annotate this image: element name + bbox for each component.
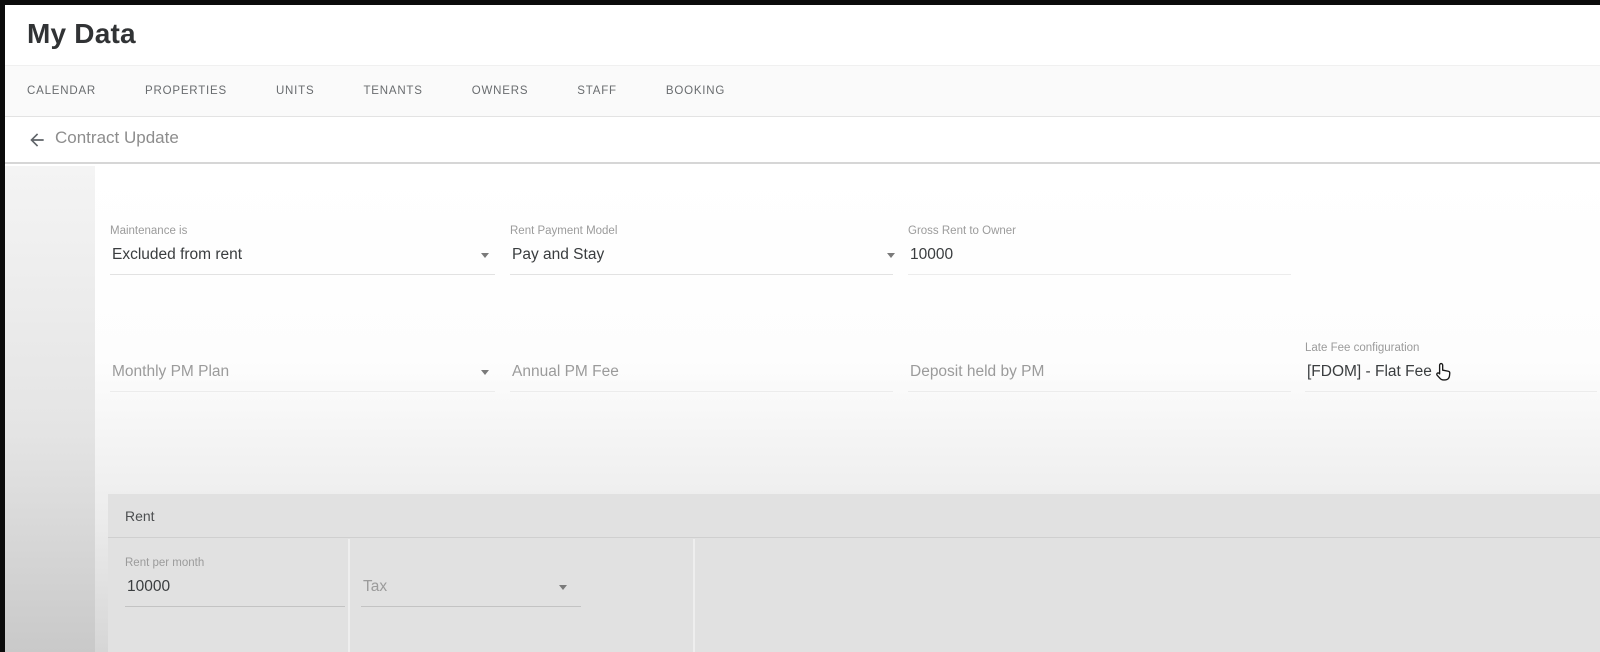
tab-staff[interactable]: STAFF <box>577 85 617 97</box>
chevron-down-icon <box>559 585 567 590</box>
annual-pm-fee-placeholder: Annual PM Fee <box>512 363 619 380</box>
maintenance-select[interactable]: Maintenance is Excluded from rent <box>110 224 495 275</box>
gross-rent-to-owner-label: Gross Rent to Owner <box>908 224 1291 239</box>
gross-rent-to-owner-value: 10000 <box>910 246 953 263</box>
tab-units[interactable]: UNITS <box>276 85 315 97</box>
tax-select[interactable]: Tax <box>361 571 581 607</box>
rent-per-month-input[interactable]: Rent per month 10000 <box>125 556 345 607</box>
contract-form: Maintenance is Excluded from rent Rent P… <box>5 166 1600 652</box>
deposit-held-by-pm-placeholder: Deposit held by PM <box>910 363 1044 380</box>
tab-properties[interactable]: PROPERTIES <box>145 85 227 97</box>
tab-booking[interactable]: BOOKING <box>666 85 725 97</box>
page-title: Contract Update <box>55 128 179 148</box>
late-fee-configuration-label: Late Fee configuration <box>1305 341 1597 356</box>
chevron-down-icon <box>481 370 489 375</box>
chevron-down-icon <box>481 253 489 258</box>
rent-payment-model-label: Rent Payment Model <box>510 224 893 239</box>
deposit-held-by-pm-input[interactable]: Deposit held by PM <box>908 341 1291 392</box>
late-fee-configuration-select[interactable]: Late Fee configuration [FDOM] - Flat Fee <box>1305 341 1597 392</box>
rent-per-month-label: Rent per month <box>125 556 345 571</box>
page-heading: My Data <box>27 18 136 50</box>
tab-calendar[interactable]: CALENDAR <box>27 85 96 97</box>
tax-placeholder: Tax <box>363 578 387 595</box>
rent-section: Rent Rent per month 10000 Tax <box>108 494 1600 652</box>
app-header: My Data <box>5 5 1600 65</box>
rent-payment-model-value: Pay and Stay <box>512 246 604 263</box>
app-window: My Data CALENDAR PROPERTIES UNITS TENANT… <box>0 0 1600 652</box>
main-nav: CALENDAR PROPERTIES UNITS TENANTS OWNERS… <box>5 65 1600 117</box>
maintenance-value: Excluded from rent <box>112 246 242 263</box>
gross-rent-to-owner-input[interactable]: Gross Rent to Owner 10000 <box>908 224 1291 275</box>
contract-update-bar: ← Contract Update <box>5 118 1600 164</box>
column-divider <box>693 539 695 652</box>
back-button[interactable]: ← <box>23 126 51 154</box>
tab-owners[interactable]: OWNERS <box>472 85 529 97</box>
late-fee-configuration-value: [FDOM] - Flat Fee <box>1307 363 1432 380</box>
monthly-pm-plan-select[interactable]: Monthly PM Plan <box>110 341 495 392</box>
chevron-down-icon <box>887 253 895 258</box>
maintenance-label: Maintenance is <box>110 224 495 239</box>
rent-payment-model-select[interactable]: Rent Payment Model Pay and Stay <box>510 224 893 275</box>
video-frame-edge <box>0 0 5 652</box>
annual-pm-fee-input[interactable]: Annual PM Fee <box>510 341 893 392</box>
video-frame-edge <box>0 0 1600 5</box>
column-divider <box>348 539 350 652</box>
arrow-left-icon <box>27 130 47 150</box>
rent-section-title: Rent <box>108 494 1600 538</box>
left-margin-strip <box>5 166 95 652</box>
rent-per-month-value: 10000 <box>127 578 170 595</box>
tab-tenants[interactable]: TENANTS <box>363 85 422 97</box>
monthly-pm-plan-placeholder: Monthly PM Plan <box>112 363 229 380</box>
